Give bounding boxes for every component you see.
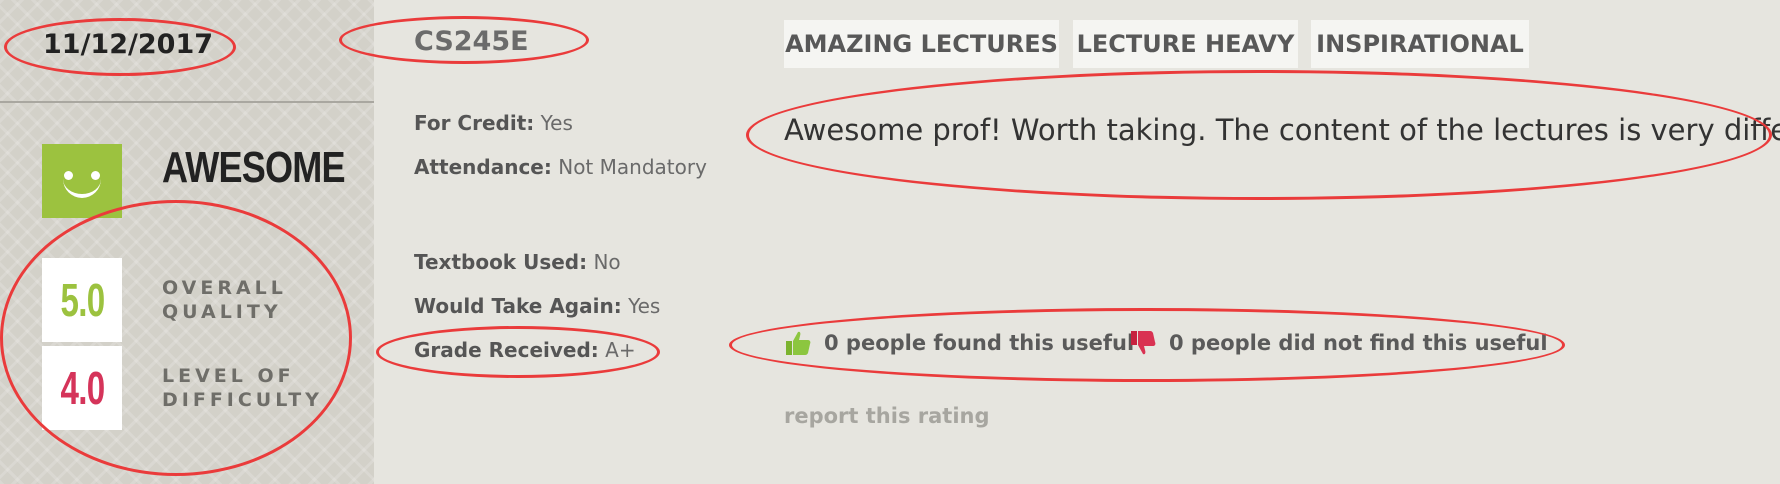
tag-amazing-lectures: AMAZING LECTURES	[784, 20, 1059, 68]
detail-take-again: Would Take Again: Yes	[414, 294, 660, 318]
comment-annotation-ellipse	[746, 70, 1772, 200]
attendance-label: Attendance:	[414, 155, 552, 179]
take-again-value: Yes	[628, 294, 661, 318]
detail-attendance: Attendance: Not Mandatory	[414, 155, 707, 179]
detail-textbook: Textbook Used: No	[414, 250, 621, 274]
scores-annotation-ellipse	[0, 200, 352, 476]
for-credit-label: For Credit:	[414, 111, 535, 135]
course-annotation-ellipse	[339, 16, 589, 64]
votes-annotation-ellipse	[729, 308, 1565, 382]
take-again-label: Would Take Again:	[414, 294, 622, 318]
smiley-face-icon	[42, 144, 122, 218]
tag-lecture-heavy: LECTURE HEAVY	[1073, 20, 1298, 68]
textbook-value: No	[593, 250, 621, 274]
date-annotation-ellipse	[4, 18, 236, 76]
tag-inspirational: INSPIRATIONAL	[1311, 20, 1529, 68]
for-credit-value: Yes	[540, 111, 573, 135]
grade-annotation-ellipse	[376, 326, 660, 378]
sidebar-divider	[0, 101, 374, 103]
textbook-label: Textbook Used:	[414, 250, 588, 274]
report-rating-link[interactable]: report this rating	[784, 404, 990, 428]
attendance-value: Not Mandatory	[558, 155, 707, 179]
detail-for-credit: For Credit: Yes	[414, 111, 573, 135]
rating-word: AWESOME	[162, 143, 346, 192]
